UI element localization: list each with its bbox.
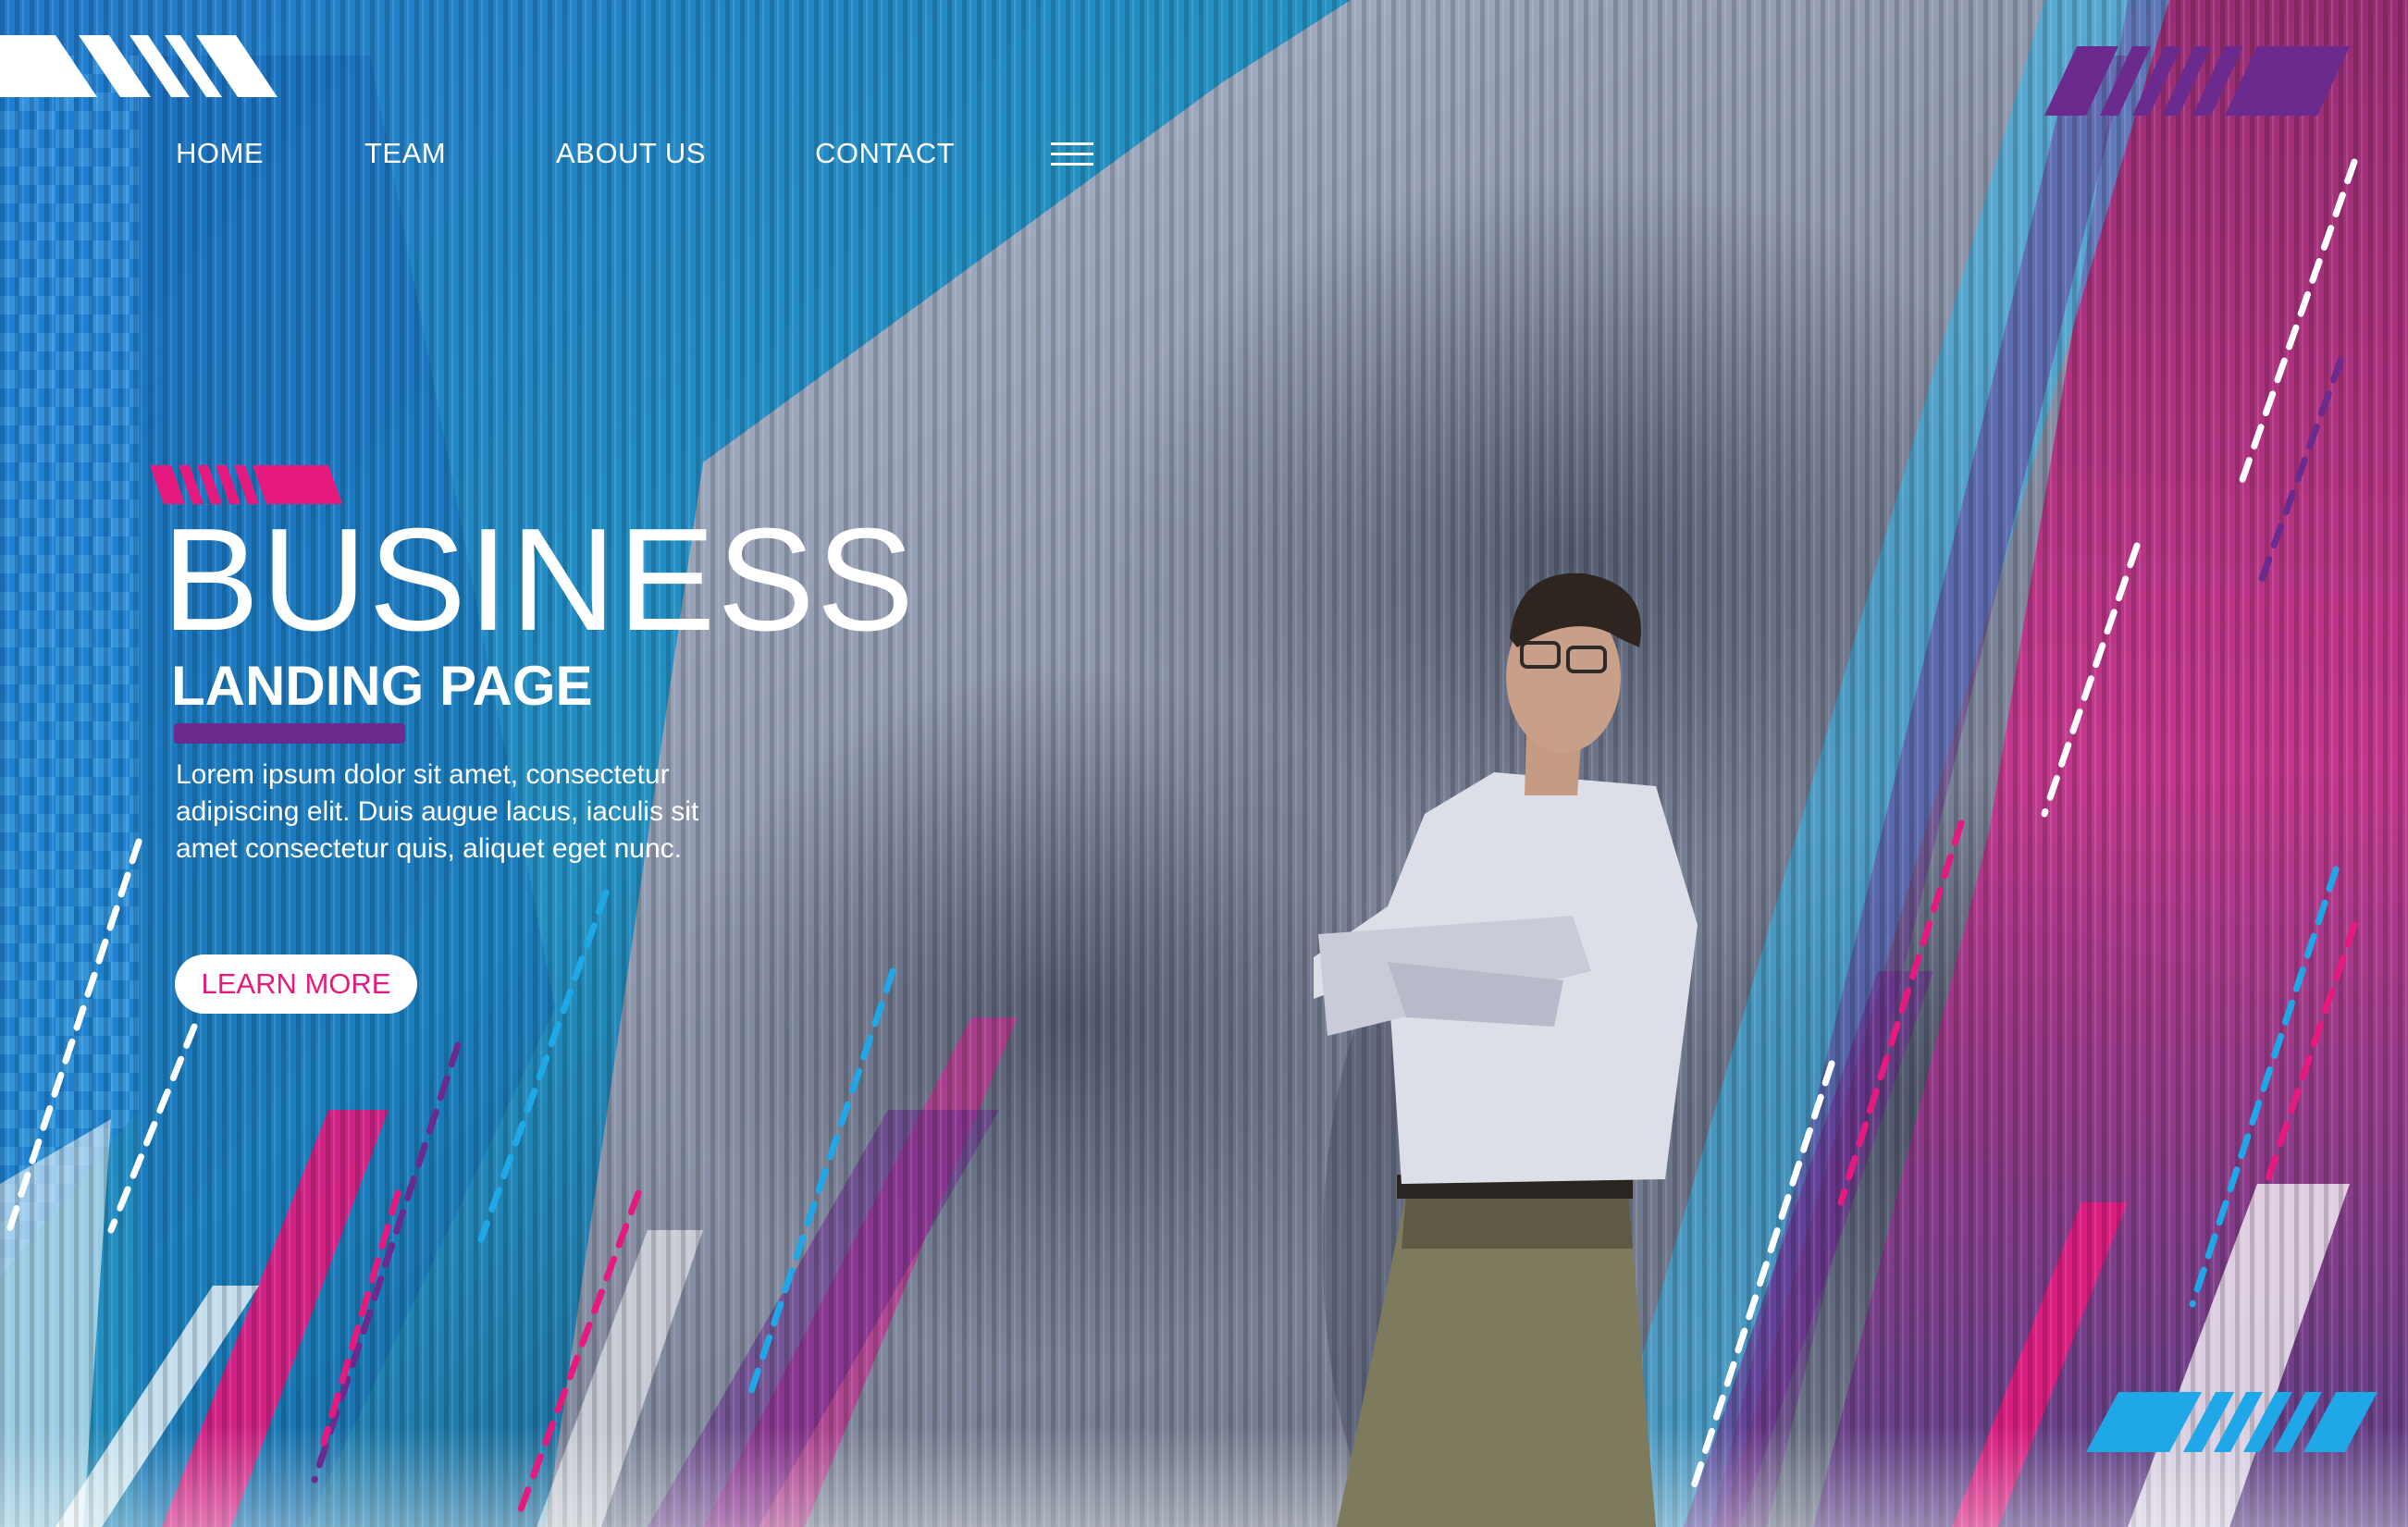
nav-about-us-link[interactable]: ABOUT US xyxy=(556,137,706,170)
nav-contact-link[interactable]: CONTACT xyxy=(815,137,955,170)
landing-page: HOME TEAM ABOUT US CONTACT BUSINESS LAND… xyxy=(0,0,2408,1527)
hamburger-menu-icon[interactable] xyxy=(1051,141,1093,168)
hero-divider xyxy=(174,723,405,744)
hero-title: BUSINESS xyxy=(162,499,917,661)
hero-subtitle: LANDING PAGE xyxy=(171,655,593,717)
hero-description: Lorem ipsum dolor sit amet, consectetur … xyxy=(176,759,699,864)
nav-home-link[interactable]: HOME xyxy=(176,137,264,170)
nav-team-link[interactable]: TEAM xyxy=(364,137,446,170)
learn-more-button[interactable]: LEARN MORE xyxy=(175,954,417,1014)
